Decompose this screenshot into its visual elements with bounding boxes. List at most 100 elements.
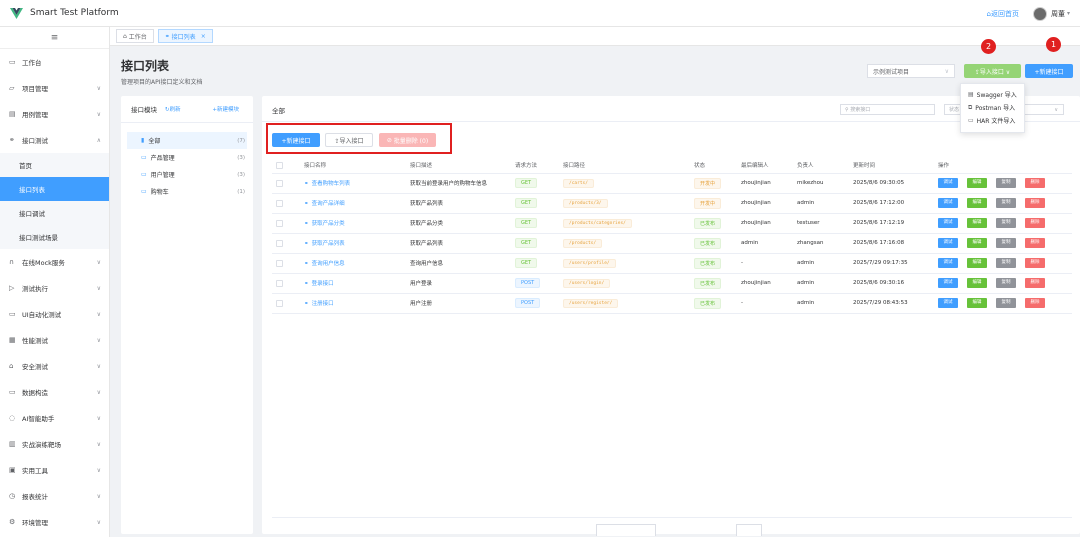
- sidebar-item-3[interactable]: ⚭ 接口测试 ∧: [0, 127, 109, 153]
- delete-button[interactable]: 删除: [1025, 278, 1045, 288]
- sidebar-item-11[interactable]: ▥ 实战演练靶场 ∨: [0, 431, 109, 457]
- copy-button[interactable]: 复制: [996, 278, 1016, 288]
- edit-button[interactable]: 编辑: [967, 258, 987, 268]
- import-har-option[interactable]: ▭ HAR 文件导入: [961, 114, 1024, 127]
- import-api-button[interactable]: ⇪导入接口 ∨: [964, 64, 1021, 78]
- api-name-link[interactable]: ⚭ 查询用户信息: [304, 261, 345, 267]
- copy-button[interactable]: 复制: [996, 238, 1016, 248]
- sidebar-item-13[interactable]: ◷ 报表统计 ∨: [0, 483, 109, 509]
- api-name-text: 获取产品列表: [311, 241, 345, 247]
- debug-button[interactable]: 调试: [938, 258, 958, 268]
- row-checkbox[interactable]: [276, 219, 283, 227]
- edit-button[interactable]: 编辑: [967, 238, 987, 248]
- menu-toggle-icon[interactable]: ≡: [0, 27, 109, 49]
- copy-button[interactable]: 复制: [996, 298, 1016, 308]
- debug-button[interactable]: 调试: [938, 298, 958, 308]
- column-header: 接口描述: [410, 158, 515, 174]
- import-swagger-option[interactable]: ▤ Swagger 导入: [961, 88, 1024, 101]
- row-checkbox[interactable]: [276, 199, 283, 207]
- owner: testuser: [797, 220, 820, 226]
- module-tree-item[interactable]: ▭ 产品管理 (3): [121, 149, 253, 166]
- back-home-link[interactable]: ⌂返回首页: [987, 9, 1019, 19]
- sidebar-subitem-2[interactable]: 接口调试: [0, 201, 109, 225]
- edit-button[interactable]: 编辑: [967, 218, 987, 228]
- sidebar-item-4[interactable]: ∩ 在线Mock服务 ∨: [0, 249, 109, 275]
- debug-button[interactable]: 调试: [938, 278, 958, 288]
- page-description: 管理项目的API接口定义和文档: [121, 79, 203, 86]
- delete-button[interactable]: 删除: [1025, 218, 1045, 228]
- copy-button[interactable]: 复制: [996, 178, 1016, 188]
- username[interactable]: 周董: [1051, 9, 1065, 19]
- edit-button[interactable]: 编辑: [967, 198, 987, 208]
- module-tree-item[interactable]: ▮ 全部 (7): [127, 132, 247, 149]
- search-input[interactable]: ⚲ 搜索接口: [840, 104, 935, 115]
- sidebar-item-5[interactable]: ▷ 测试执行 ∨: [0, 275, 109, 301]
- module-tree-item[interactable]: ▭ 购物车 (1): [121, 183, 253, 200]
- module-tree-item[interactable]: ▭ 用户管理 (3): [121, 166, 253, 183]
- sidebar-item-14[interactable]: ⚙ 环境管理 ∨: [0, 509, 109, 535]
- row-checkbox[interactable]: [276, 279, 283, 287]
- page-size-select[interactable]: [736, 524, 762, 536]
- sidebar-item-12[interactable]: ▣ 实用工具 ∨: [0, 457, 109, 483]
- debug-button[interactable]: 调试: [938, 218, 958, 228]
- delete-button[interactable]: 删除: [1025, 258, 1045, 268]
- delete-button[interactable]: 删除: [1025, 198, 1045, 208]
- debug-button[interactable]: 调试: [938, 198, 958, 208]
- delete-button[interactable]: 删除: [1025, 238, 1045, 248]
- api-name-link[interactable]: ⚭ 获取产品列表: [304, 241, 345, 247]
- row-checkbox[interactable]: [276, 299, 283, 307]
- sidebar-item-9[interactable]: ▭ 数据构造 ∨: [0, 379, 109, 405]
- api-name-link[interactable]: ⚭ 注册接口: [304, 301, 334, 307]
- sidebar-item-label: 用例管理: [22, 111, 48, 119]
- refresh-button[interactable]: ↻刷新: [165, 105, 181, 113]
- row-checkbox[interactable]: [276, 179, 283, 187]
- row-checkbox[interactable]: [276, 239, 283, 247]
- api-name-link[interactable]: ⚭ 获取产品分类: [304, 221, 345, 227]
- sidebar-subitem-3[interactable]: 接口测试场景: [0, 225, 109, 249]
- sidebar-item-0[interactable]: ▭ 工作台: [0, 49, 109, 75]
- delete-button[interactable]: 删除: [1025, 178, 1045, 188]
- copy-button[interactable]: 复制: [996, 218, 1016, 228]
- chevron-down-icon: ∨: [96, 388, 101, 396]
- tab-workbench[interactable]: ⌂ 工作台: [116, 29, 154, 43]
- last-editor: zhoujinjian: [741, 200, 771, 206]
- copy-button[interactable]: 复制: [996, 198, 1016, 208]
- chevron-down-icon[interactable]: ▾: [1067, 10, 1070, 17]
- debug-button[interactable]: 调试: [938, 238, 958, 248]
- pagination[interactable]: [596, 524, 656, 536]
- updated-time: 2025/7/29 09:17:35: [853, 260, 908, 266]
- sidebar-item-2[interactable]: ▤ 用例管理 ∨: [0, 101, 109, 127]
- select-all-checkbox[interactable]: [276, 161, 283, 169]
- brand[interactable]: Smart Test Platform: [0, 7, 140, 19]
- import-postman-option[interactable]: ⧉ Postman 导入: [961, 101, 1024, 114]
- sidebar-subitem-0[interactable]: 首页: [0, 153, 109, 177]
- api-name-link[interactable]: ⚭ 查看购物车列表: [304, 181, 350, 187]
- edit-button[interactable]: 编辑: [967, 178, 987, 188]
- close-icon[interactable]: ×: [201, 33, 206, 40]
- sidebar-item-1[interactable]: ▱ 项目管理 ∨: [0, 75, 109, 101]
- edit-button[interactable]: 编辑: [967, 298, 987, 308]
- sidebar-item-6[interactable]: ▭ UI自动化测试 ∨: [0, 301, 109, 327]
- sidebar-item-10[interactable]: ◌ AI智能助手 ∨: [0, 405, 109, 431]
- sidebar-item-label: AI智能助手: [22, 415, 55, 423]
- table-row: ⚭ 登录接口 用户登录 POST/users/login/已发布 zhoujinjian…: [272, 273, 1072, 294]
- new-module-button[interactable]: +新建模块: [212, 105, 239, 113]
- project-select[interactable]: 示例测试项目 ∨: [867, 64, 955, 78]
- module-panel: 接口模块 ↻刷新 +新建模块 ▮ 全部 (7) ▭ 产品管理 (3) ▭ 用户管理 (3) ▭ 购物…: [121, 96, 253, 534]
- method-tag: GET: [515, 238, 538, 248]
- api-name-link[interactable]: ⚭ 登录接口: [304, 281, 334, 287]
- tab-api-list[interactable]: ⚭ 接口列表 ×: [157, 29, 213, 43]
- api-description: 用户注册: [410, 301, 433, 307]
- sidebar-item-8[interactable]: ⌂ 安全测试 ∨: [0, 353, 109, 379]
- sidebar-item-7[interactable]: ▦ 性能测试 ∨: [0, 327, 109, 353]
- api-name-link[interactable]: ⚭ 查询产品详细: [304, 201, 345, 207]
- sidebar-subitem-1[interactable]: 接口列表: [0, 177, 109, 201]
- avatar[interactable]: [1032, 6, 1047, 21]
- play-icon: ▷: [9, 284, 15, 292]
- row-checkbox[interactable]: [276, 259, 283, 267]
- copy-button[interactable]: 复制: [996, 258, 1016, 268]
- new-api-button[interactable]: +新建接口: [1025, 64, 1073, 78]
- debug-button[interactable]: 调试: [938, 178, 958, 188]
- edit-button[interactable]: 编辑: [967, 278, 987, 288]
- delete-button[interactable]: 删除: [1025, 298, 1045, 308]
